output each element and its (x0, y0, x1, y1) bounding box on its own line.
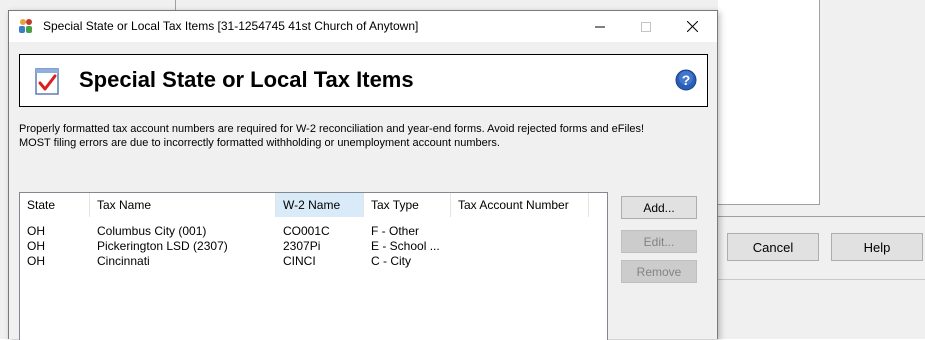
cell-tax-type: C - City (371, 254, 411, 268)
column-header-tax-name[interactable]: Tax Name (90, 193, 276, 217)
close-button[interactable] (669, 11, 715, 42)
add-button[interactable]: Add... (621, 196, 697, 219)
background-bottom-line (718, 279, 925, 280)
minimize-icon (595, 26, 605, 27)
column-header-tax-type[interactable]: Tax Type (364, 193, 451, 217)
cell-account-number (451, 254, 589, 268)
help-icon[interactable]: ? (675, 69, 697, 91)
background-help-button[interactable]: Help (831, 233, 923, 261)
table-row[interactable]: OH Pickerington LSD (2307) 2307Pi E - Sc… (20, 239, 607, 253)
background-divider (175, 0, 176, 10)
cell-account-number (451, 239, 589, 253)
cell-account-number (451, 224, 589, 238)
background-left-edge (0, 0, 8, 339)
page-title: Special State or Local Tax Items (79, 67, 414, 92)
checklist-icon (35, 68, 59, 95)
remove-button[interactable]: Remove (621, 260, 697, 283)
cell-state: OH (27, 254, 45, 268)
minimize-button[interactable] (577, 11, 623, 42)
info-message: Properly formatted tax account numbers a… (19, 122, 709, 150)
info-line-1: Properly formatted tax account numbers a… (19, 123, 645, 135)
cell-w2-name: CINCI (283, 254, 316, 268)
background-cancel-button[interactable]: Cancel (727, 233, 819, 261)
tax-items-dialog: Special State or Local Tax Items [31-125… (8, 10, 718, 340)
column-header-state[interactable]: State (20, 193, 90, 217)
table-row[interactable]: OH Columbus City (001) CO001C F - Other (20, 224, 607, 238)
tax-items-table[interactable]: State Tax Name W-2 Name Tax Type Tax Acc… (19, 192, 608, 340)
column-header-account-number[interactable]: Tax Account Number (451, 193, 589, 217)
edit-button[interactable]: Edit... (621, 230, 697, 253)
header-banner: Special State or Local Tax Items ? (19, 54, 708, 107)
cell-tax-name: Columbus City (001) (97, 224, 207, 238)
background-right-area (820, 0, 925, 205)
cell-state: OH (27, 239, 45, 253)
background-separator (718, 216, 925, 217)
background-list-panel (718, 0, 820, 205)
maximize-button[interactable] (623, 11, 669, 42)
close-icon (686, 21, 698, 32)
info-line-2: MOST filing errors are due to incorrectl… (19, 137, 500, 149)
svg-text:?: ? (682, 72, 691, 88)
cell-w2-name: 2307Pi (283, 239, 321, 253)
cell-w2-name: CO001C (283, 224, 330, 238)
column-header-w2-name[interactable]: W-2 Name (276, 193, 364, 217)
cell-tax-name: Pickerington LSD (2307) (97, 239, 228, 253)
window-title: Special State or Local Tax Items [31-125… (43, 19, 419, 33)
cell-tax-type: E - School ... (371, 239, 440, 253)
maximize-icon (641, 21, 651, 32)
people-app-icon (19, 19, 32, 33)
table-header: State Tax Name W-2 Name Tax Type Tax Acc… (20, 193, 607, 217)
cell-tax-type: F - Other (371, 224, 420, 238)
cell-tax-name: Cincinnati (97, 254, 150, 268)
title-bar[interactable]: Special State or Local Tax Items [31-125… (9, 11, 717, 42)
table-row[interactable]: OH Cincinnati CINCI C - City (20, 254, 607, 268)
cell-state: OH (27, 224, 45, 238)
